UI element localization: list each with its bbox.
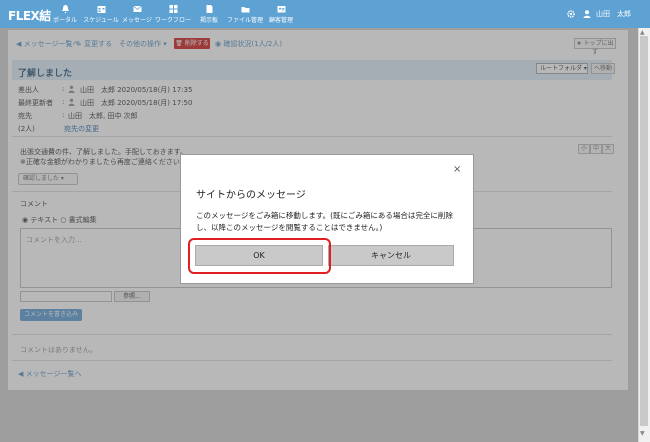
highlight-annotation bbox=[188, 238, 331, 274]
nav-message[interactable]: メッセージ bbox=[117, 4, 157, 24]
scroll-up-arrow-icon[interactable]: ▲ bbox=[640, 29, 645, 36]
nav-label: 顧客管理 bbox=[268, 17, 293, 24]
user-name[interactable]: 山田 太郎 bbox=[596, 9, 631, 19]
bell-icon bbox=[61, 5, 69, 14]
customer-icon bbox=[277, 6, 285, 13]
nav-label: ワークフロー bbox=[154, 17, 191, 24]
nav-workflow[interactable]: ワークフロー bbox=[153, 4, 193, 24]
dialog-title: サイトからのメッセージ bbox=[196, 190, 306, 201]
nav-label: スケジュール bbox=[83, 17, 119, 24]
nav-file-manager[interactable]: ファイル管理 bbox=[225, 4, 265, 24]
calendar-icon bbox=[97, 6, 105, 13]
nav-label: 掲示板 bbox=[199, 17, 218, 24]
nav-label: ポータル bbox=[52, 17, 77, 24]
close-icon[interactable]: × bbox=[453, 164, 461, 175]
scroll-down-arrow-icon[interactable]: ▼ bbox=[640, 430, 645, 437]
workflow-icon bbox=[169, 5, 177, 13]
board-icon bbox=[206, 5, 212, 13]
settings-icon[interactable] bbox=[566, 9, 576, 19]
scrollbar-thumb[interactable] bbox=[640, 36, 648, 426]
nav-label: メッセージ bbox=[122, 17, 152, 24]
envelope-icon bbox=[132, 5, 142, 12]
nav-board[interactable]: 掲示板 bbox=[189, 4, 229, 24]
nav-portal[interactable]: ポータル bbox=[45, 4, 85, 24]
dialog-message: このメッセージをごみ箱に移動します。(既にごみ箱にある場合は完全に削除し、以降こ… bbox=[196, 211, 453, 232]
folder-icon bbox=[241, 7, 249, 13]
nav-label: ファイル管理 bbox=[226, 17, 263, 24]
nav-customer[interactable]: 顧客管理 bbox=[261, 4, 301, 24]
cancel-button[interactable]: キャンセル bbox=[328, 245, 454, 266]
nav-schedule[interactable]: スケジュール bbox=[81, 4, 121, 24]
user-icon[interactable] bbox=[582, 9, 592, 19]
